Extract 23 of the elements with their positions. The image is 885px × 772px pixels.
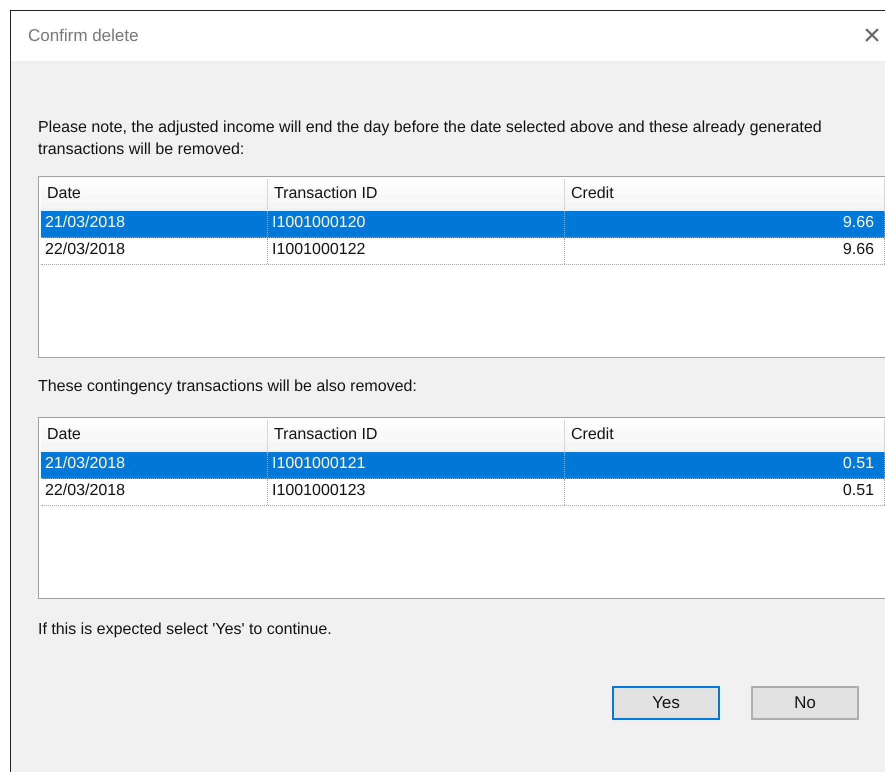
table-row[interactable]: 22/03/2018 I1001000122 9.66 [41,238,885,265]
table-row[interactable]: 22/03/2018 I1001000123 0.51 [41,479,885,506]
table-cell: 0.51 [565,452,885,478]
table-cell: I1001000123 [268,479,565,505]
table-cell: I1001000122 [268,238,565,264]
table-cell: 22/03/2018 [41,238,268,264]
footer-text: If this is expected select 'Yes' to continue. [38,620,333,640]
message-text: Please note, the adjusted income will end the day before the date selected above and these already generated transactions will be removed: [38,118,823,160]
table-cell: I1001000121 [268,452,565,478]
close-button[interactable]: × [859,21,885,51]
table-cell: 21/03/2018 [41,452,268,478]
no-button[interactable]: No [751,686,859,720]
table-cell: 21/03/2018 [41,211,268,237]
table-cell: 9.66 [565,238,885,264]
yes-button[interactable]: Yes [612,686,720,720]
window-title: Confirm delete [28,26,139,46]
table-row[interactable]: 21/03/2018 I1001000121 0.51 [41,452,885,479]
table-cell: 9.66 [565,211,885,237]
table-row[interactable]: 21/03/2018 I1001000120 9.66 [41,211,885,238]
table-cell: 22/03/2018 [41,479,268,505]
table-cell: 0.51 [565,479,885,505]
table-cell: I1001000120 [268,211,565,237]
list-caption: These contingency transactions will be also removed: [38,377,418,397]
